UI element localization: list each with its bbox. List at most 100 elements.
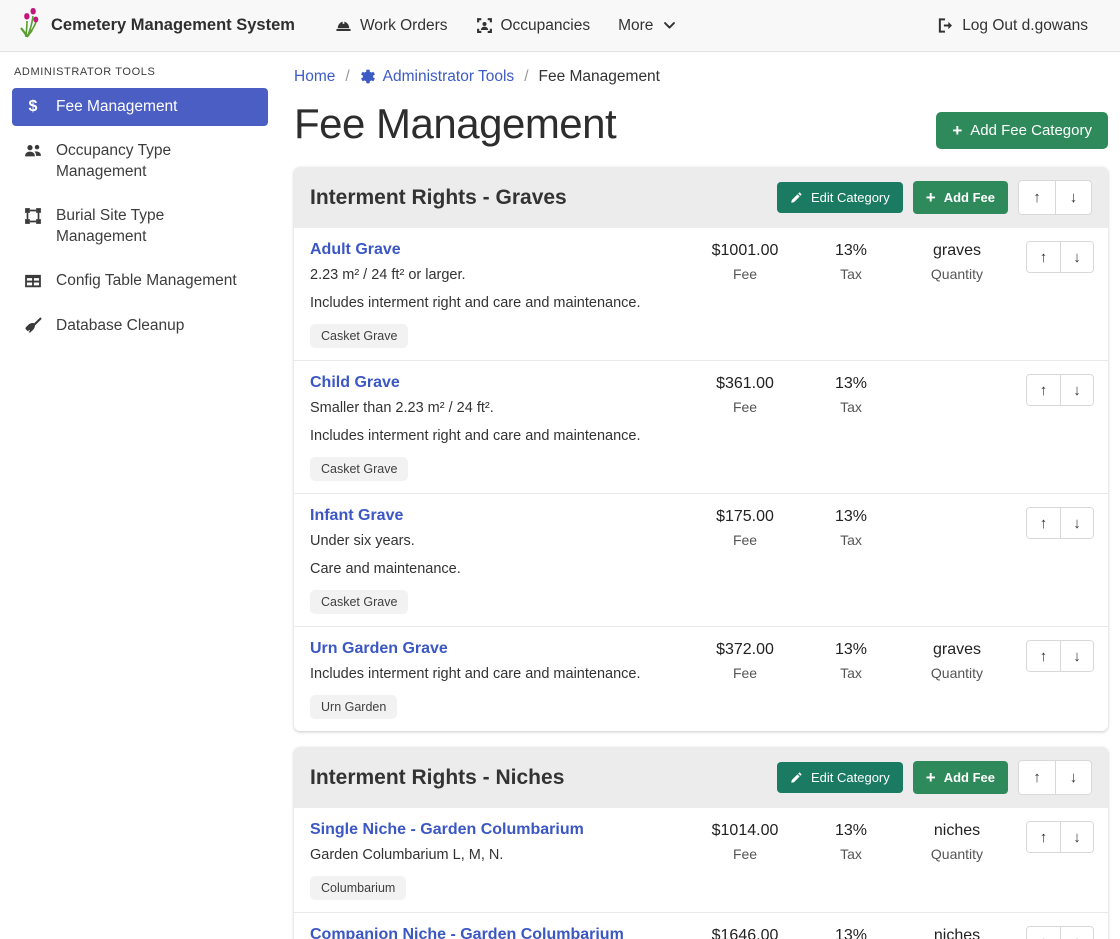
move-fee-down-button[interactable]: ↓ bbox=[1060, 927, 1093, 939]
category-title: Interment Rights - Niches bbox=[310, 766, 777, 790]
sign-out-icon bbox=[937, 17, 954, 34]
breadcrumb-separator: / bbox=[524, 68, 528, 86]
fee-amount-label: Fee bbox=[692, 399, 798, 415]
sidebar-item-label: Fee Management bbox=[56, 97, 178, 117]
move-fee-down-button[interactable]: ↓ bbox=[1060, 242, 1093, 272]
fee-reorder-group: ↑ ↓ bbox=[1026, 926, 1094, 939]
fee-list: Adult Grave 2.23 m² / 24 ft² or larger. … bbox=[294, 228, 1108, 731]
category-header: Interment Rights - Graves Edit Category … bbox=[294, 167, 1108, 228]
category-reorder-group: ↑ ↓ bbox=[1018, 180, 1092, 215]
fee-main: Adult Grave 2.23 m² / 24 ft² or larger. … bbox=[310, 241, 692, 348]
move-category-down-button[interactable]: ↓ bbox=[1055, 761, 1091, 794]
vector-square-icon bbox=[24, 207, 42, 225]
fee-name-link[interactable]: Adult Grave bbox=[310, 241, 401, 259]
fee-name-link[interactable]: Single Niche - Garden Columbarium bbox=[310, 821, 584, 839]
move-fee-up-button[interactable]: ↑ bbox=[1027, 508, 1060, 538]
move-fee-down-button[interactable]: ↓ bbox=[1060, 822, 1093, 852]
table-icon bbox=[24, 272, 42, 290]
fee-type-badge: Casket Grave bbox=[310, 324, 408, 348]
fee-reorder-group: ↑ ↓ bbox=[1026, 507, 1094, 539]
fee-tax-col: 13% Tax bbox=[798, 374, 904, 415]
move-fee-down-button[interactable]: ↓ bbox=[1060, 375, 1093, 405]
fee-amount-col: $1646.00 Fee bbox=[692, 926, 798, 939]
fee-desc1: Garden Columbarium L, M, N. bbox=[310, 845, 682, 866]
category-reorder-group: ↑ ↓ bbox=[1018, 760, 1092, 795]
fee-quantity-col: graves Quantity bbox=[904, 241, 1010, 282]
sidebar-item-label: Occupancy Type Management bbox=[56, 141, 258, 182]
fee-row: Single Niche - Garden Columbarium Garden… bbox=[294, 808, 1108, 913]
fee-amount-col: $1001.00 Fee bbox=[692, 241, 798, 282]
move-category-up-button[interactable]: ↑ bbox=[1019, 761, 1055, 794]
fee-type-badge: Casket Grave bbox=[310, 590, 408, 614]
add-fee-category-button[interactable]: + Add Fee Category bbox=[936, 112, 1108, 149]
fee-amount-col: $175.00 Fee bbox=[692, 507, 798, 548]
move-category-down-button[interactable]: ↓ bbox=[1055, 181, 1091, 214]
sidebar-item-config-table[interactable]: Config Table Management bbox=[12, 262, 268, 300]
logout-button[interactable]: Log Out d.gowans bbox=[923, 9, 1102, 43]
fee-amount-col: $361.00 Fee bbox=[692, 374, 798, 415]
fee-row: Child Grave Smaller than 2.23 m² / 24 ft… bbox=[294, 361, 1108, 494]
fee-amount-value: $361.00 bbox=[692, 375, 798, 393]
pencil-icon bbox=[790, 191, 803, 204]
nav-occupancies[interactable]: Occupancies bbox=[462, 9, 605, 43]
fee-desc1: Under six years. bbox=[310, 531, 682, 552]
fee-main: Child Grave Smaller than 2.23 m² / 24 ft… bbox=[310, 374, 692, 481]
move-fee-up-button[interactable]: ↑ bbox=[1027, 641, 1060, 671]
fee-desc2: Includes interment right and care and ma… bbox=[310, 293, 682, 314]
logout-label: Log Out d.gowans bbox=[962, 17, 1088, 35]
fee-amount-value: $1646.00 bbox=[692, 927, 798, 939]
move-category-up-button[interactable]: ↑ bbox=[1019, 181, 1055, 214]
fee-amount-label: Fee bbox=[692, 266, 798, 282]
fee-amount-value: $372.00 bbox=[692, 641, 798, 659]
fee-name-link[interactable]: Infant Grave bbox=[310, 507, 403, 525]
nav-work-orders-label: Work Orders bbox=[360, 17, 448, 35]
move-fee-up-button[interactable]: ↑ bbox=[1027, 375, 1060, 405]
add-fee-button[interactable]: + Add Fee bbox=[913, 181, 1008, 214]
fee-name-link[interactable]: Urn Garden Grave bbox=[310, 640, 448, 658]
breadcrumb-admin-link[interactable]: Administrator Tools bbox=[360, 68, 515, 86]
sidebar-item-database-cleanup[interactable]: Database Cleanup bbox=[12, 307, 268, 345]
fee-amount-col: $372.00 Fee bbox=[692, 640, 798, 681]
move-fee-down-button[interactable]: ↓ bbox=[1060, 641, 1093, 671]
fee-name-link[interactable]: Companion Niche - Garden Columbarium bbox=[310, 926, 624, 939]
breadcrumb-home-link[interactable]: Home bbox=[294, 68, 335, 86]
fee-name-link[interactable]: Child Grave bbox=[310, 374, 400, 392]
fee-quantity-value: niches bbox=[904, 822, 1010, 840]
fee-main: Single Niche - Garden Columbarium Garden… bbox=[310, 821, 692, 900]
fee-tax-col: 13% Tax bbox=[798, 507, 904, 548]
add-fee-button[interactable]: + Add Fee bbox=[913, 761, 1008, 794]
nav-more[interactable]: More bbox=[604, 9, 690, 43]
nav-occupancies-label: Occupancies bbox=[501, 17, 591, 35]
fee-main: Urn Garden Grave Includes interment righ… bbox=[310, 640, 692, 719]
fee-tax-value: 13% bbox=[798, 508, 904, 526]
fee-tax-value: 13% bbox=[798, 375, 904, 393]
sidebar-item-fee-management[interactable]: $ Fee Management bbox=[12, 88, 268, 126]
edit-category-button[interactable]: Edit Category bbox=[777, 182, 903, 213]
fee-reorder-group: ↑ ↓ bbox=[1026, 640, 1094, 672]
fee-tax-col: 13% Tax bbox=[798, 821, 904, 862]
breadcrumb-separator: / bbox=[345, 68, 349, 86]
broom-icon bbox=[24, 317, 42, 335]
fee-amount-col: $1014.00 Fee bbox=[692, 821, 798, 862]
move-fee-down-button[interactable]: ↓ bbox=[1060, 508, 1093, 538]
brand[interactable]: Cemetery Management System bbox=[18, 8, 295, 43]
fee-tax-col: 13% Tax bbox=[798, 241, 904, 282]
sidebar-item-occupancy-type[interactable]: Occupancy Type Management bbox=[12, 132, 268, 191]
move-fee-up-button[interactable]: ↑ bbox=[1027, 242, 1060, 272]
edit-category-label: Edit Category bbox=[811, 770, 890, 785]
plus-icon: + bbox=[952, 122, 962, 139]
plus-icon: + bbox=[926, 769, 936, 786]
category-header: Interment Rights - Niches Edit Category … bbox=[294, 747, 1108, 808]
sidebar-item-burial-site-type[interactable]: Burial Site Type Management bbox=[12, 197, 268, 256]
move-fee-up-button[interactable]: ↑ bbox=[1027, 927, 1060, 939]
fee-quantity-label: Quantity bbox=[904, 846, 1010, 862]
fee-quantity-value: graves bbox=[904, 641, 1010, 659]
move-fee-up-button[interactable]: ↑ bbox=[1027, 822, 1060, 852]
hard-hat-icon bbox=[335, 17, 352, 34]
fee-main: Infant Grave Under six years. Care and m… bbox=[310, 507, 692, 614]
edit-category-button[interactable]: Edit Category bbox=[777, 762, 903, 793]
top-navbar: Cemetery Management System Work Orders O… bbox=[0, 0, 1120, 52]
fee-list: Single Niche - Garden Columbarium Garden… bbox=[294, 808, 1108, 939]
nav-work-orders[interactable]: Work Orders bbox=[321, 9, 462, 43]
fee-amount-label: Fee bbox=[692, 665, 798, 681]
